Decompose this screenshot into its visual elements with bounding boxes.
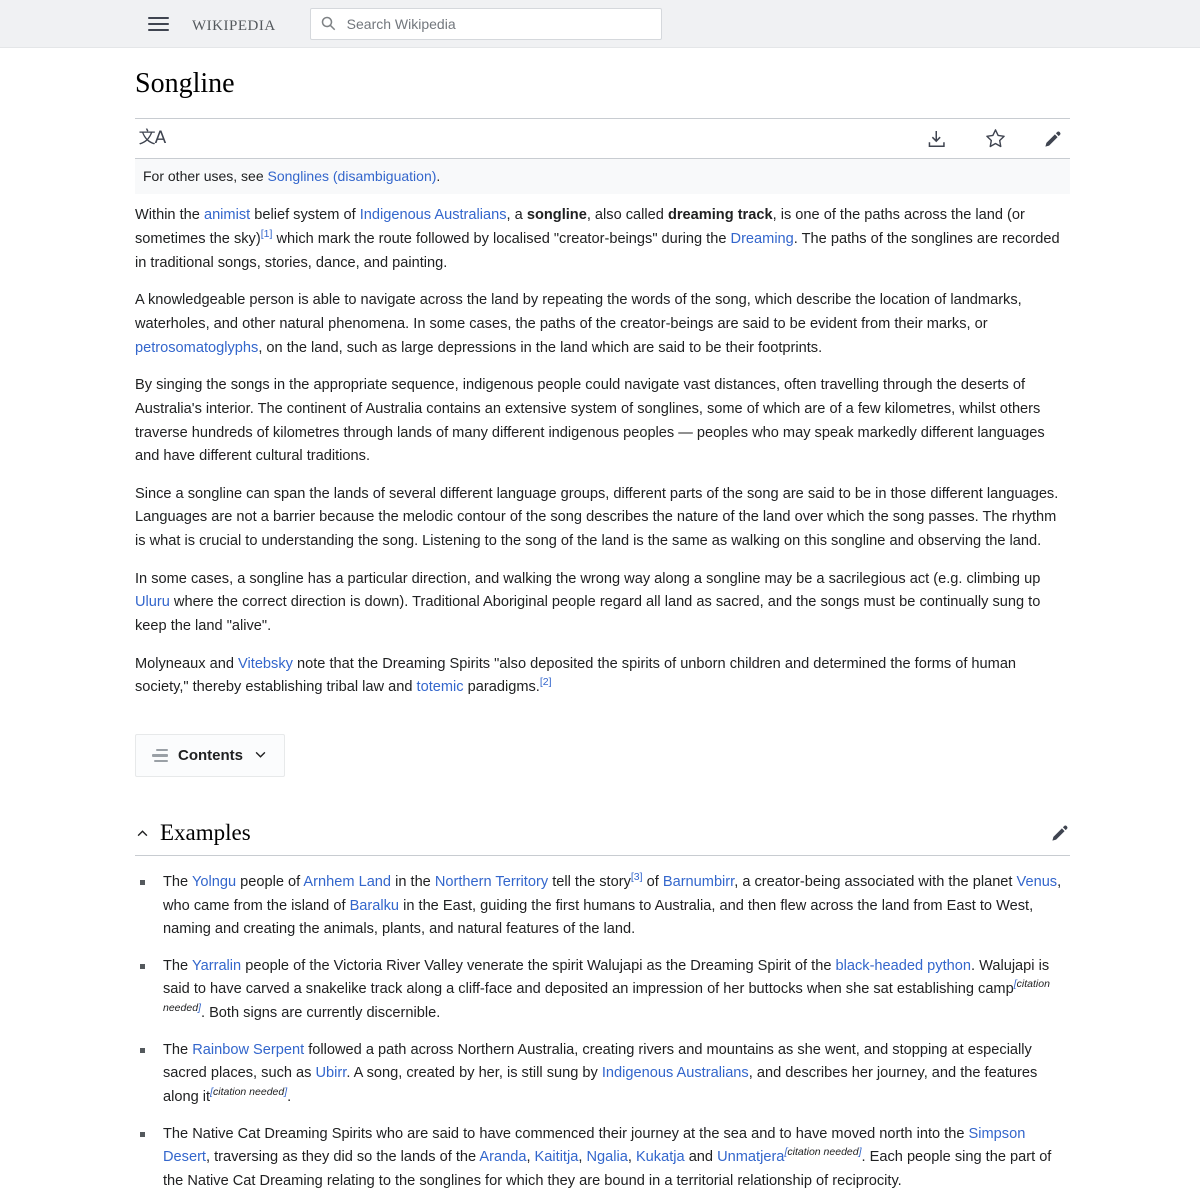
list-item: The Yolngu people of Arnhem Land in the …: [135, 871, 1070, 942]
paragraph-navigate: A knowledgeable person is able to naviga…: [135, 292, 1022, 356]
hatnote-prefix: For other uses, see: [143, 168, 268, 185]
list-item: The Native Cat Dreaming Spirits who are …: [135, 1123, 1070, 1194]
list-item: The Yarralin people of the Victoria Rive…: [135, 955, 1070, 1026]
language-button-label: 文A: [138, 128, 167, 149]
wiki-link[interactable]: animist: [204, 207, 250, 223]
bold-term: songline: [526, 207, 587, 224]
article-content: Songline 文A For other uses, see Songline…: [135, 48, 1070, 1194]
search-icon: [321, 16, 336, 31]
examples-list: The Yolngu people of Arnhem Land in the …: [135, 871, 1070, 1194]
paragraph-lead: Within the animist belief system of Indi…: [135, 207, 1060, 271]
paragraph-direction: In some cases, a songline has a particul…: [135, 570, 1041, 634]
wiki-link[interactable]: Barnumbirr: [663, 874, 734, 890]
article-toolbar: 文A: [135, 118, 1070, 160]
wiki-link[interactable]: Yarralin: [192, 958, 241, 974]
toc-list-icon: [152, 748, 168, 763]
reference-marker[interactable]: [2]: [540, 676, 552, 688]
hatnote-disambiguation: For other uses, see Songlines (disambigu…: [135, 159, 1070, 195]
chevron-down-icon: [253, 748, 268, 763]
wiki-link[interactable]: Unmatjera: [717, 1149, 784, 1165]
star-watch-icon[interactable]: [978, 122, 1012, 156]
lead-paragraphs: Within the animist belief system of Indi…: [135, 204, 1070, 700]
bold-term: dreaming track: [667, 207, 773, 224]
hamburger-menu-icon[interactable]: [148, 13, 170, 35]
wiki-link[interactable]: petrosomatoglyphs: [135, 340, 258, 356]
contents-toggle-button[interactable]: Contents: [135, 733, 285, 777]
citation-needed-marker[interactable]: [citation needed]: [210, 1086, 287, 1098]
download-icon[interactable]: [920, 122, 954, 156]
wiki-link[interactable]: Rainbow Serpent: [192, 1042, 304, 1058]
wiki-link[interactable]: Ubirr: [316, 1065, 347, 1081]
search-box[interactable]: [309, 7, 662, 40]
wiki-link[interactable]: totemic: [417, 679, 464, 695]
wiki-link[interactable]: Kukatja: [636, 1149, 685, 1165]
wiki-link[interactable]: Yolngu: [192, 874, 236, 890]
contents-label: Contents: [178, 746, 243, 764]
wiki-link[interactable]: Northern Territory: [435, 874, 548, 890]
paragraph-singing-sequence: By singing the songs in the appropriate …: [135, 377, 1045, 465]
chevron-up-icon[interactable]: [135, 825, 150, 840]
list-item: The Rainbow Serpent followed a path acro…: [135, 1039, 1070, 1110]
wiki-link[interactable]: Venus: [1017, 874, 1058, 890]
paragraph-molyneaux: Molyneaux and Vitebsky note that the Dre…: [135, 655, 1017, 696]
edit-pencil-icon[interactable]: [1036, 122, 1070, 156]
search-input[interactable]: [344, 14, 653, 33]
wiki-link[interactable]: Baralku: [350, 898, 399, 914]
site-header: Wikipedia: [0, 0, 1200, 48]
section-header-examples: Examples: [135, 820, 1070, 856]
hatnote-link[interactable]: Songlines (disambiguation): [268, 168, 437, 184]
wiki-link[interactable]: Arnhem Land: [303, 874, 391, 890]
citation-needed-marker[interactable]: [citation needed]: [784, 1146, 861, 1158]
wikipedia-wordmark[interactable]: Wikipedia: [192, 11, 276, 36]
section-title: Examples: [160, 819, 251, 845]
wiki-link[interactable]: Indigenous Australians: [360, 207, 507, 223]
section-edit-pencil-icon[interactable]: [1050, 823, 1070, 843]
translate-language-icon[interactable]: 文A: [135, 122, 169, 156]
citation-needed-marker[interactable]: [citation needed]: [163, 979, 1050, 1015]
wiki-link[interactable]: Aranda: [479, 1149, 526, 1165]
reference-marker[interactable]: [1]: [261, 228, 273, 240]
paragraph-languages: Since a songline can span the lands of s…: [135, 485, 1059, 550]
reference-marker[interactable]: [3]: [631, 871, 643, 883]
hatnote-suffix: .: [436, 168, 441, 185]
wiki-link[interactable]: Kaititja: [535, 1149, 579, 1165]
wiki-link[interactable]: Ngalia: [586, 1149, 627, 1165]
wiki-link[interactable]: Vitebsky: [238, 656, 293, 672]
page-title: Songline: [135, 68, 235, 99]
wiki-link[interactable]: Dreaming: [731, 231, 794, 247]
wiki-link[interactable]: black-headed python: [836, 958, 972, 974]
wiki-link[interactable]: Uluru: [135, 594, 170, 610]
wiki-link[interactable]: Indigenous Australians: [602, 1065, 749, 1081]
